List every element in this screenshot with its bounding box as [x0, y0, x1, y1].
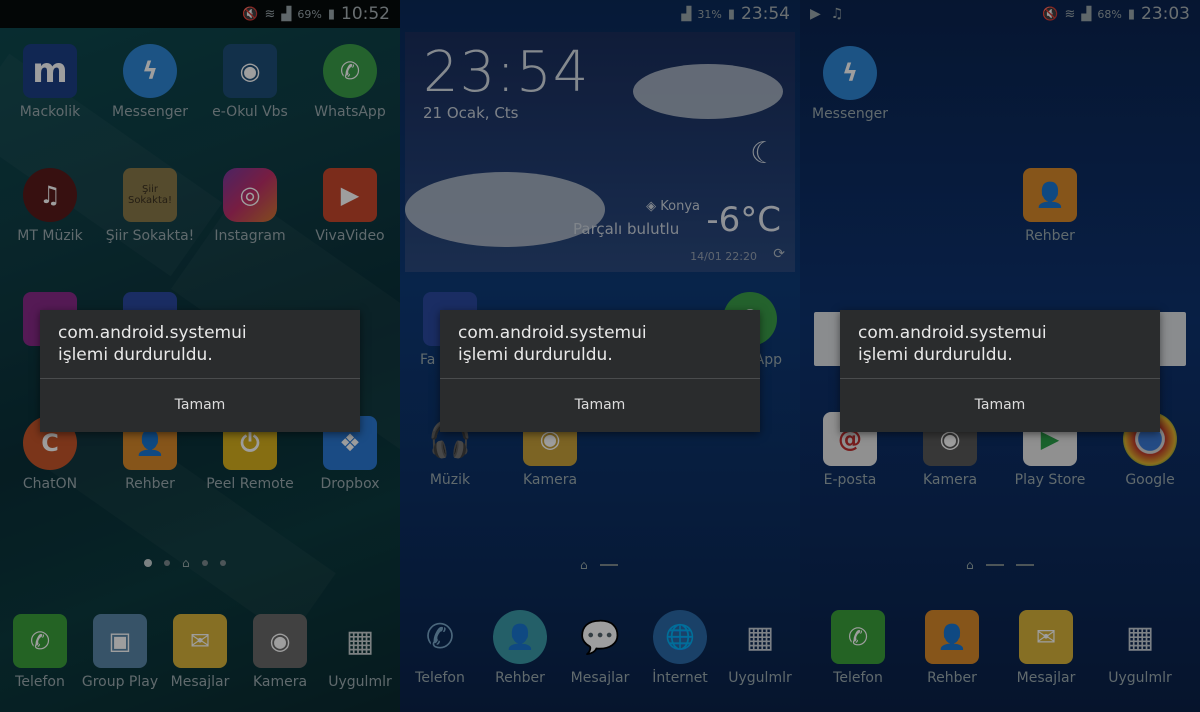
dialog-message: com.android.systemui işlemi durduruldu. — [440, 310, 760, 380]
tamam-button[interactable]: Tamam — [840, 379, 1160, 431]
error-dialog: com.android.systemui işlemi durduruldu. … — [840, 310, 1160, 432]
phone-3-homescreen: ▶ ♫ 🔇 ≋ ▟ 68% ▮ 23:03 ϟ Messenger 👤 Rehb… — [800, 0, 1200, 712]
tamam-button[interactable]: Tamam — [440, 379, 760, 431]
dialog-line-1: com.android.systemui — [458, 323, 647, 343]
dialog-line-2: işlemi durduruldu. — [58, 345, 213, 365]
dialog-line-1: com.android.systemui — [58, 323, 247, 343]
dialog-message: com.android.systemui işlemi durduruldu. — [40, 310, 360, 380]
error-dialog: com.android.systemui işlemi durduruldu. … — [440, 310, 760, 432]
error-dialog: com.android.systemui işlemi durduruldu. … — [40, 310, 360, 432]
tamam-button[interactable]: Tamam — [40, 379, 360, 431]
dialog-message: com.android.systemui işlemi durduruldu. — [840, 310, 1160, 380]
phone-2-homescreen: ▟ 31% ▮ 23:54 23:54 21 Ocak, Cts ☾ ◈ Kon… — [400, 0, 800, 712]
dialog-line-2: işlemi durduruldu. — [458, 345, 613, 365]
phone-1-homescreen: 🔇 ≋ ▟ 69% ▮ 10:52 m Mackolik ϟ Messenger… — [0, 0, 400, 712]
screenshot-collage: 🔇 ≋ ▟ 69% ▮ 10:52 m Mackolik ϟ Messenger… — [0, 0, 1200, 712]
dialog-line-1: com.android.systemui — [858, 323, 1047, 343]
dialog-line-2: işlemi durduruldu. — [858, 345, 1013, 365]
